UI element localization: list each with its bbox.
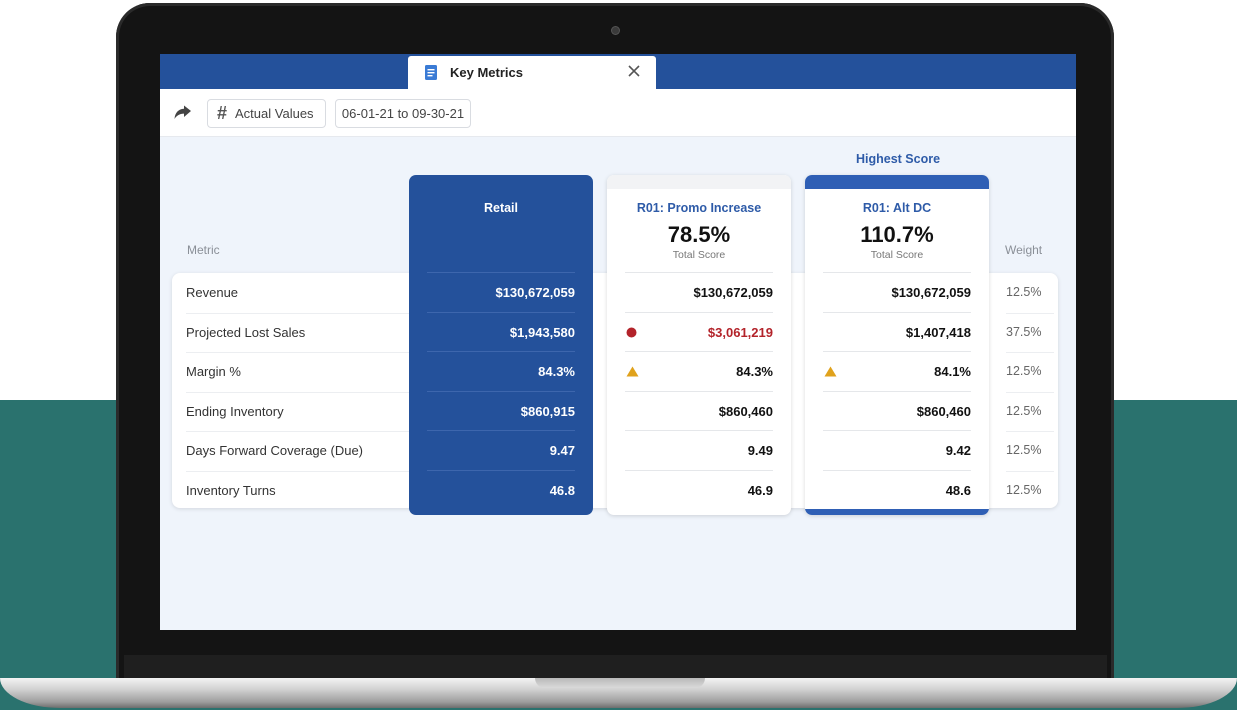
cell-value-promo: 46.9 [747,482,773,498]
document-icon [425,65,437,80]
warning-triangle-icon [626,352,640,391]
share-icon[interactable] [174,105,192,121]
toolbar: # Actual Values 06-01-21 to 09-30-21 [160,89,1076,137]
cell-value-alt: 9.42 [945,443,971,458]
column-header-strip [607,175,791,189]
cell-value-promo: $3,061,219 [707,324,773,340]
cell-value-promo: 84.3% [736,364,773,379]
row-metric-label: Inventory Turns [186,482,276,498]
row-metric-label: Margin % [186,364,241,379]
cell-value-retail: 9.47 [549,443,575,458]
laptop-notch [535,678,705,688]
column-promo-increase[interactable]: R01: Promo Increase 78.5% Total Score $1… [607,175,791,515]
actual-values-label: Actual Values [235,106,314,121]
warning-triangle-icon [824,352,838,391]
total-score-label: Total Score [870,249,924,261]
highest-score-label: Highest Score [855,152,941,166]
column-title: R01: Promo Increase [636,201,762,215]
cell-value-retail: $130,672,059 [495,285,575,300]
cell-value-promo: 9.49 [747,443,773,458]
column-title: R01: Alt DC [862,201,932,215]
column-title: Retail [483,201,519,215]
date-range-button[interactable]: 06-01-21 to 09-30-21 [335,99,471,128]
row-weight: 12.5% [1006,403,1042,418]
cell-value-retail: $1,943,580 [509,324,575,340]
cell-value-promo: $130,672,059 [693,285,773,300]
highlight-strip-bottom [805,509,989,515]
column-retail: Retail $130,672,059 $1,943,580 84.3% $860,9… [409,175,593,515]
row-metric-label: Days Forward Coverage (Due) [186,443,364,458]
tab-title: Key Metrics [450,65,523,80]
row-weight: 37.5% [1006,324,1042,339]
highlight-strip-top [805,175,989,189]
row-weight: 12.5% [1006,364,1042,378]
close-icon[interactable] [626,63,642,79]
cell-value-retail: 46.8 [549,482,575,498]
cell-value-alt: $860,460 [916,403,971,419]
row-metric-label: Projected Lost Sales [186,324,306,340]
total-score-value: 110.7% [860,222,934,247]
actual-values-button[interactable]: # Actual Values [207,99,326,128]
weight-header: Weight [1005,243,1043,257]
cell-value-alt: $130,672,059 [891,285,971,300]
total-score-label: Total Score [672,249,726,261]
app-screen: Key Metrics # Actual Values 06-01-21 to … [160,54,1076,630]
red-dot-icon [626,313,640,352]
camera-icon [612,27,619,34]
total-score-value: 78.5% [667,222,731,247]
laptop-chin [124,655,1107,679]
column-alt-dc[interactable]: R01: Alt DC 110.7% Total Score $130,672,… [805,175,989,515]
cell-value-retail: $860,915 [520,403,575,419]
row-weight: 12.5% [1006,482,1042,497]
cell-value-alt: 84.1% [934,364,971,379]
tab-bar: Key Metrics [160,54,1076,89]
tab-key-metrics[interactable]: Key Metrics [408,56,656,89]
row-metric-label: Revenue [186,285,239,300]
metric-header: Metric [187,243,220,257]
hash-icon: # [217,103,228,123]
cell-value-alt: $1,407,418 [905,324,971,340]
row-weight: 12.5% [1006,443,1042,457]
cell-value-alt: 48.6 [945,482,971,498]
cell-value-retail: 84.3% [538,364,575,379]
row-metric-label: Ending Inventory [186,403,284,419]
row-weight: 12.5% [1006,285,1042,299]
cell-value-promo: $860,460 [718,403,773,419]
